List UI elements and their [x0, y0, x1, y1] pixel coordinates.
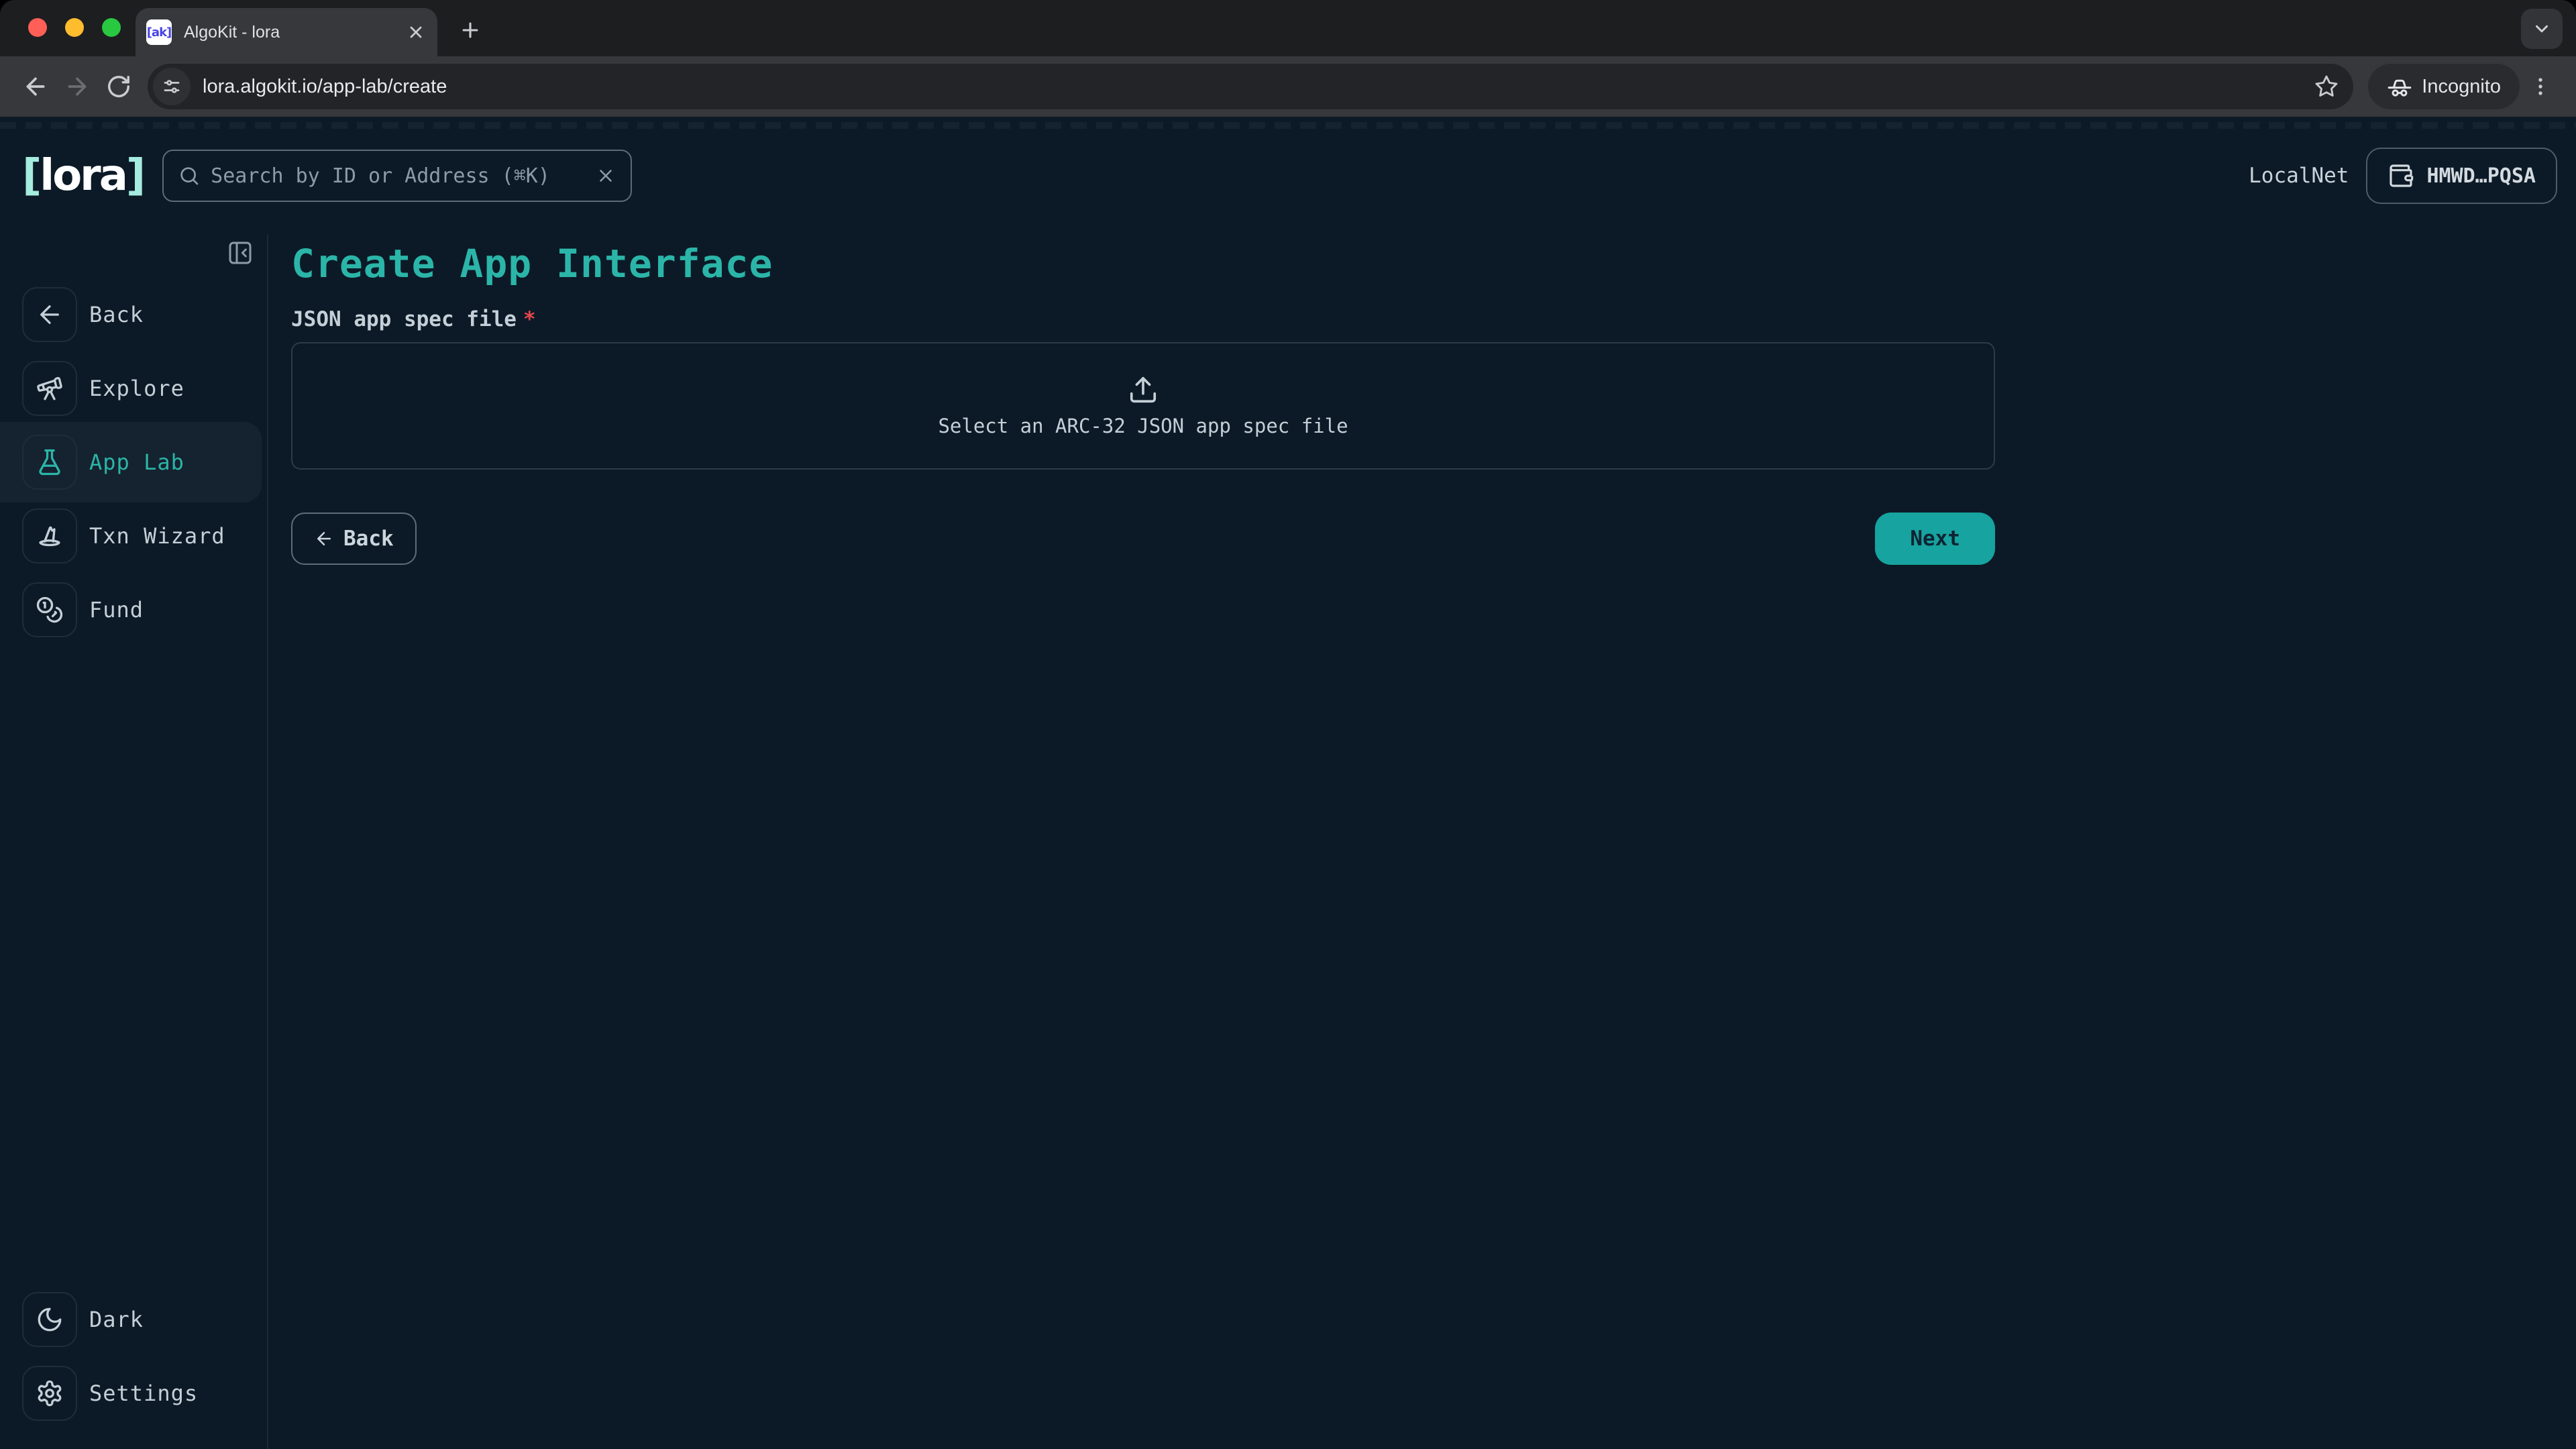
window-controls: [28, 18, 121, 37]
back-button[interactable]: Back: [291, 513, 417, 565]
wallet-icon: [2387, 162, 2414, 189]
dropzone-label: Select an ARC-32 JSON app spec file: [938, 415, 1348, 437]
logo-text: lora: [40, 154, 126, 197]
tab-strip: [ak] AlgoKit - lora: [0, 0, 2576, 56]
coins-icon: [36, 596, 64, 624]
logo-bracket-left: [: [22, 154, 40, 197]
wallet-address: HMWD…PQSA: [2426, 164, 2536, 188]
url-bar[interactable]: lora.algokit.io/app-lab/create: [148, 64, 2353, 109]
form-actions: Back Next: [291, 513, 1995, 565]
incognito-badge: Incognito: [2368, 64, 2520, 109]
favicon: [ak]: [146, 19, 172, 45]
back-nav-icon[interactable]: [15, 66, 56, 107]
panel-left-close-icon[interactable]: [227, 239, 255, 267]
sidebar-item-back[interactable]: Back: [0, 287, 267, 342]
menu-dots-icon[interactable]: [2520, 66, 2561, 107]
next-button[interactable]: Next: [1875, 513, 1995, 565]
new-tab-button[interactable]: [451, 11, 490, 50]
sidebar-item-settings[interactable]: Settings: [0, 1366, 267, 1421]
sidebar-item-app-lab[interactable]: App Lab: [0, 422, 262, 502]
wallet-button[interactable]: HMWD…PQSA: [2366, 148, 2557, 204]
lora-app-page: [lora] LocalNet HMWD…PQSA: [0, 117, 2576, 1449]
arrow-left-icon: [36, 301, 64, 329]
gear-icon: [36, 1379, 64, 1407]
sidebar-item-txn-wizard[interactable]: Txn Wizard: [0, 508, 267, 564]
lora-logo[interactable]: [lora]: [22, 154, 144, 197]
sidebar-nav: Back Explore App Lab: [0, 287, 267, 656]
bookmark-star-icon[interactable]: [2314, 74, 2339, 99]
main-content: Create App Interface JSON app spec file*…: [268, 235, 2576, 1449]
flask-icon: [36, 448, 64, 476]
url-text: lora.algokit.io/app-lab/create: [203, 76, 2302, 98]
search-clear-icon[interactable]: [596, 166, 616, 186]
sidebar-footer: Dark Settings: [0, 1292, 267, 1421]
forward-nav-icon[interactable]: [56, 66, 98, 107]
sidebar: Back Explore App Lab: [0, 235, 268, 1449]
search-box[interactable]: [162, 150, 632, 202]
tab-title: AlgoKit - lora: [184, 23, 394, 42]
file-dropzone[interactable]: Select an ARC-32 JSON app spec file: [291, 342, 1995, 470]
logo-bracket-right: ]: [126, 154, 144, 197]
arrow-left-icon: [314, 529, 334, 549]
tab-close-icon[interactable]: [407, 23, 425, 42]
sidebar-item-explore[interactable]: Explore: [0, 361, 267, 416]
minimize-window-button[interactable]: [65, 18, 84, 37]
reload-icon[interactable]: [98, 66, 140, 107]
incognito-icon: [2387, 74, 2412, 99]
field-label: JSON app spec file*: [291, 307, 2576, 331]
search-input[interactable]: [211, 164, 585, 188]
app-header: [lora] LocalNet HMWD…PQSA: [0, 117, 2576, 235]
network-label: LocalNet: [2249, 164, 2349, 188]
wizard-hat-icon: [36, 522, 64, 550]
required-marker: *: [523, 307, 536, 331]
browser-tab[interactable]: [ak] AlgoKit - lora: [136, 8, 437, 56]
zoom-window-button[interactable]: [102, 18, 121, 37]
telescope-icon: [36, 374, 64, 402]
site-settings-icon[interactable]: [153, 68, 191, 105]
sidebar-item-fund[interactable]: Fund: [0, 582, 267, 637]
page-title: Create App Interface: [291, 243, 2576, 286]
browser-toolbar: lora.algokit.io/app-lab/create Incognito: [0, 56, 2576, 117]
tab-search-button[interactable]: [2521, 9, 2563, 49]
upload-icon: [1128, 374, 1159, 405]
moon-icon: [36, 1305, 64, 1334]
search-icon: [178, 165, 200, 186]
sidebar-item-theme-dark[interactable]: Dark: [0, 1292, 267, 1347]
incognito-label: Incognito: [2422, 76, 2501, 98]
close-window-button[interactable]: [28, 18, 47, 37]
browser-window: [ak] AlgoKit - lora lora.algokit.io/a: [0, 0, 2576, 1449]
